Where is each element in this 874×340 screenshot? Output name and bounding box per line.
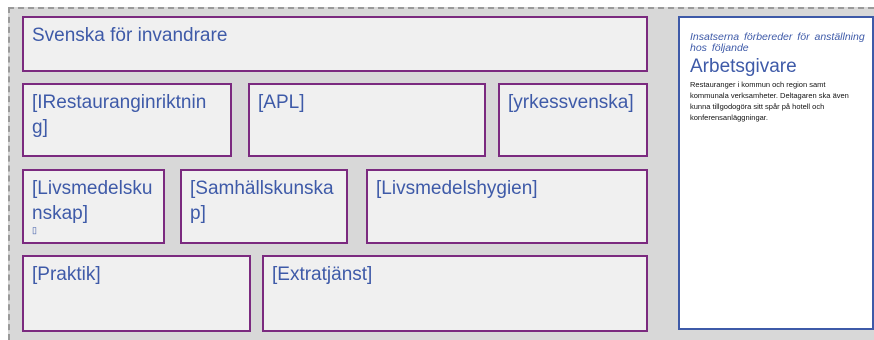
employers-heading: Arbetsgivare bbox=[690, 56, 797, 77]
box-livsmedelshygien[interactable]: [Livsmedelshygien] bbox=[366, 169, 648, 244]
box-livsmedelskunskap-marker: ▯ bbox=[32, 225, 37, 235]
box-restauranginriktning[interactable]: [IRestauranginriktning] bbox=[22, 83, 232, 157]
employers-panel[interactable]: Insatserna förbereder för anställning ho… bbox=[678, 16, 874, 330]
box-livsmedelskunskap[interactable]: [Livsmedelskunskap] ▯ bbox=[22, 169, 165, 244]
box-praktik[interactable]: [Praktik] bbox=[22, 255, 251, 332]
employers-intro: Insatserna förbereder för anställning ho… bbox=[690, 31, 865, 54]
box-apl[interactable]: [APL] bbox=[248, 83, 486, 157]
box-extratjanst[interactable]: [Extratjänst] bbox=[262, 255, 648, 332]
box-samhallskunskap[interactable]: [Samhällskunskap] bbox=[180, 169, 348, 244]
employers-description: Restauranger i kommun och region samt ko… bbox=[690, 80, 849, 122]
box-livsmedelskunskap-label: [Livsmedelskunskap] bbox=[32, 178, 153, 224]
box-yrkessvenska[interactable]: [yrkessvenska] bbox=[498, 83, 648, 157]
box-svenska-for-invandrare[interactable]: Svenska för invandrare bbox=[22, 16, 648, 72]
